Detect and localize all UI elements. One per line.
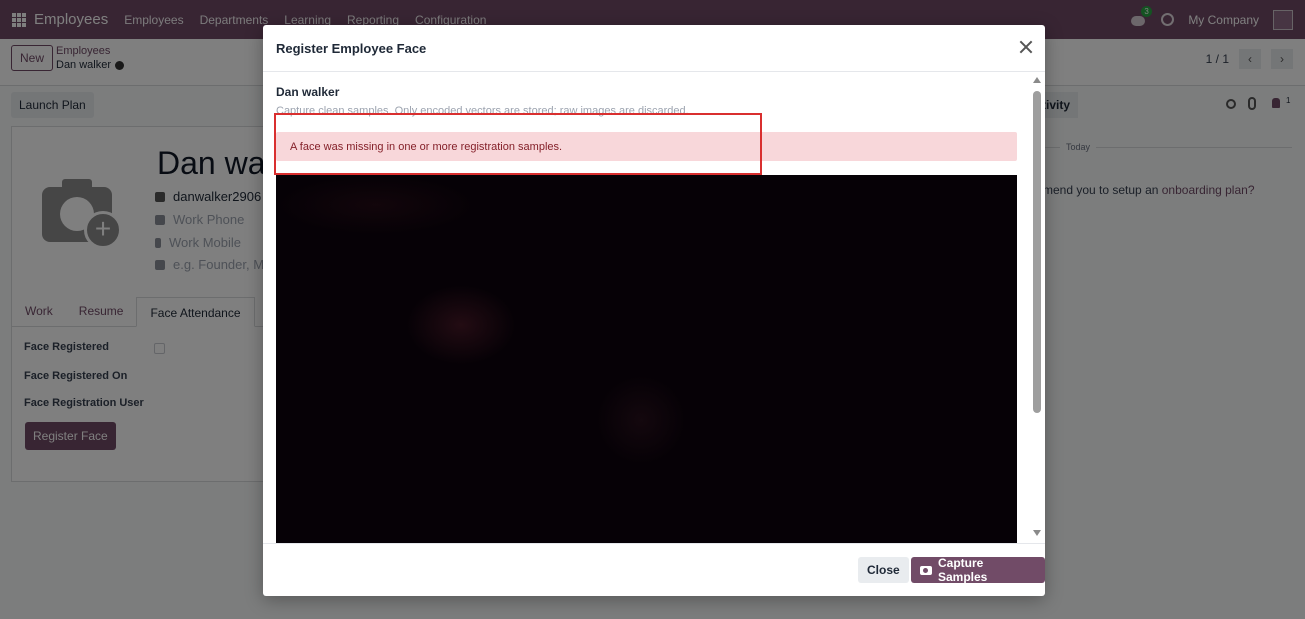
register-face-dialog: Register Employee Face Dan walker Captur… [263, 25, 1045, 596]
camera-preview [276, 175, 1017, 543]
close-icon[interactable] [1019, 40, 1033, 54]
dialog-title: Register Employee Face [276, 41, 427, 56]
camera-icon [920, 565, 932, 575]
dialog-header: Register Employee Face [263, 25, 1045, 72]
capture-samples-button[interactable]: Capture Samples [911, 556, 1045, 584]
scroll-thumb[interactable] [1033, 91, 1041, 413]
close-button[interactable]: Close [858, 557, 909, 583]
dialog-footer: Close Capture Samples [263, 543, 1045, 596]
dialog-scrollbar[interactable] [1032, 73, 1043, 543]
dialog-body: Dan walker Capture clean samples. Only e… [263, 73, 1045, 543]
scroll-up-icon[interactable] [1033, 77, 1041, 83]
dialog-employee-name: Dan walker [276, 85, 340, 99]
scroll-down-icon[interactable] [1033, 530, 1041, 536]
capture-samples-label: Capture Samples [938, 556, 988, 584]
alert-highlight-box [274, 113, 762, 175]
